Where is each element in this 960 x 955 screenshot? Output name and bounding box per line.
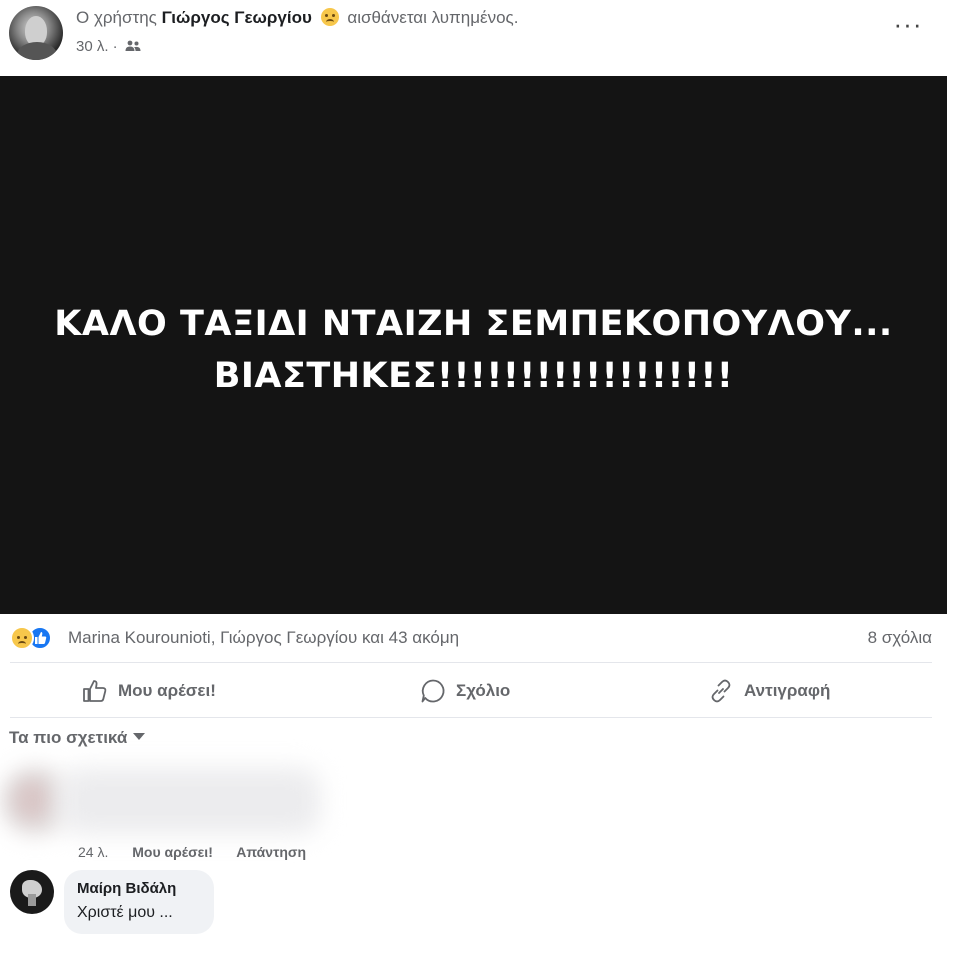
comment-actions: 24 λ. Μου αρέσει! Απάντηση xyxy=(78,844,326,860)
sad-reaction-icon[interactable] xyxy=(10,626,34,650)
copy-button-label: Αντιγραφή xyxy=(744,681,831,700)
caret-down-icon xyxy=(133,733,146,740)
like-button[interactable]: Μου αρέσει! xyxy=(82,668,216,714)
author-avatar[interactable] xyxy=(9,6,63,60)
comment-count[interactable]: 8 σχόλια xyxy=(868,628,932,648)
commenter-name[interactable]: Μαίρη Βιδάλη xyxy=(77,880,176,897)
reactors-summary[interactable]: Marina Kourounioti, Γιώργος Γεωργίου και… xyxy=(68,628,459,648)
comment-text: Χριστέ μου ... xyxy=(77,904,173,921)
feeling-text: αισθάνεται λυπημένος. xyxy=(347,8,519,27)
post-header: Ο χρήστης Γιώργος Γεωργίου αισθάνεται λυ… xyxy=(0,0,960,70)
friends-audience-icon[interactable] xyxy=(125,40,141,52)
post-image[interactable]: ΚΑΛΟ ΤΑΞΙΔΙ ΝΤΑΙΖΗ ΣΕΜΠΕΚΟΠΟΥΛΟΥ... ΒΙΑΣ… xyxy=(0,76,947,614)
commenter-avatar[interactable] xyxy=(10,870,54,914)
comment-timestamp[interactable]: 24 λ. xyxy=(78,844,108,860)
comment-sort-dropdown[interactable]: Τα πιο σχετικά xyxy=(9,728,146,748)
divider xyxy=(10,717,932,718)
copy-button[interactable]: Αντιγραφή xyxy=(708,668,830,714)
link-icon xyxy=(711,679,731,703)
action-bar: Μου αρέσει! Σχόλιο Αντιγραφή xyxy=(10,668,932,714)
sad-emoji-icon xyxy=(320,8,339,26)
like-button-label: Μου αρέσει! xyxy=(118,681,216,700)
comment-bubble: Μαίρη Βιδάλη Χριστέ μου ... xyxy=(64,870,214,934)
comment-button-label: Σχόλιο xyxy=(456,681,511,700)
more-options-button[interactable]: ··· xyxy=(890,11,926,44)
post-image-line-1: ΚΑΛΟ ΤΑΞΙΔΙ ΝΤΑΙΖΗ ΣΕΜΠΕΚΟΠΟΥΛΟΥ... xyxy=(54,304,893,344)
thumbs-up-icon xyxy=(83,680,107,702)
comment-sort-label: Τα πιο σχετικά xyxy=(9,728,128,747)
divider xyxy=(10,662,932,663)
comment-like-link[interactable]: Μου αρέσει! xyxy=(132,844,213,860)
status-prefix: Ο χρήστης xyxy=(76,8,157,27)
blurred-comment xyxy=(0,758,340,840)
comment-reply-link[interactable]: Απάντηση xyxy=(236,844,306,860)
post-image-line-2: ΒΙΑΣΤΗΚΕΣ!!!!!!!!!!!!!!!!!! xyxy=(213,356,734,396)
reactions-row: Marina Kourounioti, Γιώργος Γεωργίου και… xyxy=(10,624,932,654)
author-name-link[interactable]: Γιώργος Γεωργίου xyxy=(162,8,312,27)
comment-button[interactable]: Σχόλιο xyxy=(420,668,510,714)
comment-bubble-icon xyxy=(421,679,445,703)
post-image-text: ΚΑΛΟ ΤΑΞΙΔΙ ΝΤΑΙΖΗ ΣΕΜΠΕΚΟΠΟΥΛΟΥ... ΒΙΑΣ… xyxy=(0,298,947,402)
status-line: Ο χρήστης Γιώργος Γεωργίου αισθάνεται λυ… xyxy=(76,8,518,28)
post-meta: 30 λ. · xyxy=(76,38,141,55)
post-timestamp[interactable]: 30 λ. · xyxy=(76,38,118,55)
